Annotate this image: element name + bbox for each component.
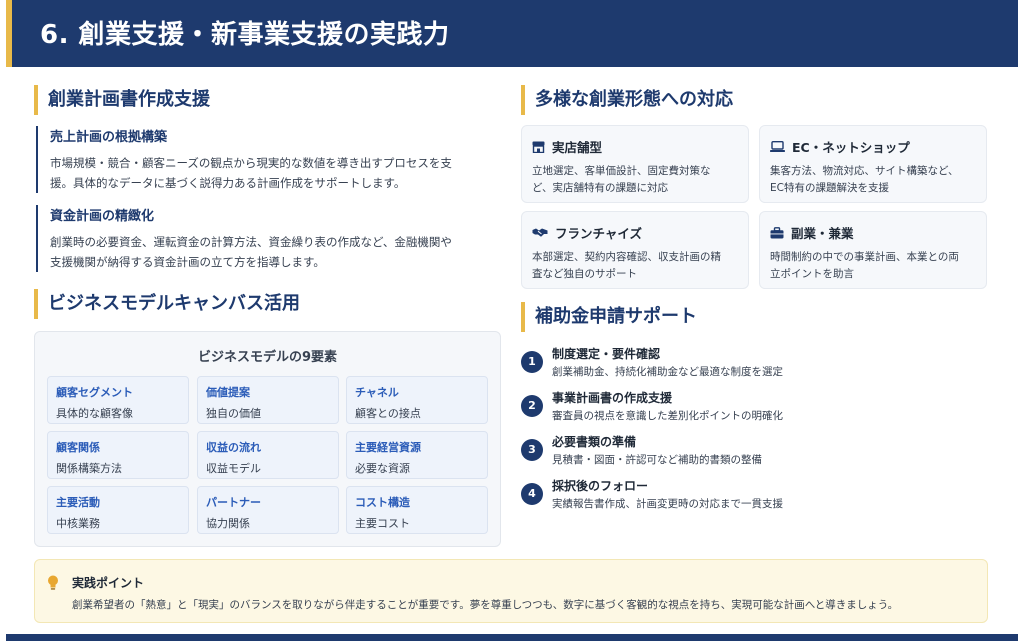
bmc-cell-title: コスト構造 [355,496,410,509]
slide: 6. 創業支援・新事業支援の実践力 創業計画書作成支援 売上計画の根拠構築 市場… [6,0,1018,641]
bmc-cell-desc: 関係構築方法 [56,462,122,475]
store-icon [532,141,545,153]
bmc-cell-desc: 必要な資源 [355,462,410,475]
bmc-cell: チャネル 顧客との接点 [346,376,488,424]
slide-header: 6. 創業支援・新事業支援の実践力 [6,0,1018,67]
bmc-cell-desc: 収益モデル [206,462,261,475]
bmc-cell: 顧客関係 関係構築方法 [47,431,189,479]
form-card-desc-line: 査など独自のサポート [532,268,637,280]
step-desc: 創業補助金、持続化補助金など最適な制度を選定 [552,366,783,378]
form-card-title: 副業・兼業 [791,226,854,241]
form-card-desc-line: 時間制約の中での事業計画、本業との両 [770,251,959,263]
form-card-ec: EC・ネットショップ 集客方法、物流対応、サイト構築など、 EC特有の課題解決を… [759,125,987,203]
laptop-icon [770,141,785,152]
bmc-cell: 主要経営資源 必要な資源 [346,431,488,479]
form-card-desc-line: 立ポイントを助言 [770,268,854,280]
form-card-title: フランチャイズ [555,226,643,241]
subsidy-step: 3 必要書類の準備 見積書・図面・許認可など補助的書類の整備 [521,433,991,469]
sub-block-sales: 売上計画の根拠構築 市場規模・競合・顧客ニーズの観点から現実的な数値を導き出すプ… [36,126,506,193]
sub-block-title: 売上計画の根拠構築 [50,130,168,145]
briefcase-icon [770,226,784,238]
step-desc: 実績報告書作成、計画変更時の対応まで一貫支援 [552,498,783,510]
sub-block-text-line: 創業時の必要資金、運転資金の計算方法、資金繰り表の作成など、金融機関や [50,235,452,249]
sub-block-text-line: 支援機関が納得する資金計画の立て方を指導します。 [50,255,325,269]
step-number-badge: 3 [521,439,543,461]
bmc-cell-title: パートナー [206,496,261,509]
sub-block-text-line: 市場規模・競合・顧客ニーズの観点から現実的な数値を導き出すプロセスを支 [50,156,452,170]
step-number-badge: 2 [521,395,543,417]
bmc-cell: パートナー 協力関係 [197,486,339,534]
section-title-plan: 創業計画書作成支援 [34,85,210,115]
bmc-cell: 価値提案 独自の価値 [197,376,339,424]
step-title: 必要書類の準備 [552,435,637,449]
form-card-desc-line: 集客方法、物流対応、サイト構築など、 [770,165,959,177]
sub-block-funding: 資金計画の精緻化 創業時の必要資金、運転資金の計算方法、資金繰り表の作成など、金… [36,205,506,272]
step-number-badge: 1 [521,351,543,373]
bmc-cell-desc: 独自の価値 [206,407,261,420]
page-title: 6. 創業支援・新事業支援の実践力 [40,20,450,50]
form-card-title: 実店舗型 [552,140,603,155]
form-card-title: EC・ネットショップ [792,140,910,155]
bmc-cell-title: チャネル [355,386,399,399]
form-card-franchise: フランチャイズ 本部選定、契約内容確認、収支計画の精 査など独自のサポート [521,211,749,289]
step-desc: 審査員の視点を意識した差別化ポイントの明確化 [552,410,783,422]
form-card-desc-line: EC特有の課題解決を支援 [770,182,889,194]
bmc-cell: 主要活動 中核業務 [47,486,189,534]
step-title: 採択後のフォロー [552,479,649,493]
handshake-icon [532,228,548,237]
form-card-desc-line: 本部選定、契約内容確認、収支計画の精 [532,251,721,263]
subsidy-step: 1 制度選定・要件確認 創業補助金、持続化補助金など最適な制度を選定 [521,345,991,381]
bmc-cell-desc: 主要コスト [355,517,410,530]
footer-bar [6,634,1018,641]
bmc-cell-desc: 中核業務 [56,517,100,530]
section-title-forms: 多様な創業形態への対応 [521,85,733,115]
tip-title: 実践ポイント [72,576,145,590]
bmc-cell-title: 主要活動 [56,496,100,509]
bmc-panel: ビジネスモデルの9要素 顧客セグメント 具体的な顧客像 価値提案 独自の価値 チ… [34,331,501,547]
bmc-cell: 顧客セグメント 具体的な顧客像 [47,376,189,424]
form-card-desc-line: 立地選定、客単価設計、固定費対策な [532,165,711,177]
bmc-panel-title: ビジネスモデルの9要素 [197,350,338,365]
section-title-bmc: ビジネスモデルキャンバス活用 [34,289,300,319]
subsidy-step: 4 採択後のフォロー 実績報告書作成、計画変更時の対応まで一貫支援 [521,477,991,513]
bmc-cell-title: 価値提案 [206,386,250,399]
step-title: 事業計画書の作成支援 [552,391,673,405]
bmc-cell-desc: 顧客との接点 [355,407,421,420]
bmc-cell-title: 主要経営資源 [355,441,421,454]
sub-block-title: 資金計画の精緻化 [50,209,155,224]
form-card-store: 実店舗型 立地選定、客単価設計、固定費対策な ど、実店舗特有の課題に対応 [521,125,749,203]
lightbulb-icon [48,575,58,590]
bmc-cell: 収益の流れ 収益モデル [197,431,339,479]
sub-block-text-line: 援。具体的なデータに基づく説得力ある計画作成をサポートします。 [50,176,406,190]
step-number-badge: 4 [521,483,543,505]
subsidy-step: 2 事業計画書の作成支援 審査員の視点を意識した差別化ポイントの明確化 [521,389,991,425]
form-card-side-business: 副業・兼業 時間制約の中での事業計画、本業との両 立ポイントを助言 [759,211,987,289]
bmc-cell-title: 顧客セグメント [56,386,133,399]
section-title-subsidy: 補助金申請サポート [521,302,697,332]
step-desc: 見積書・図面・許認可など補助的書類の整備 [552,454,762,466]
bmc-cell-desc: 具体的な顧客像 [56,407,133,420]
bmc-cell-title: 顧客関係 [56,441,100,454]
bmc-cell-desc: 協力関係 [206,517,250,530]
bmc-cell-title: 収益の流れ [206,441,261,454]
bmc-cell: コスト構造 主要コスト [346,486,488,534]
step-title: 制度選定・要件確認 [552,347,661,361]
form-card-desc-line: ど、実店舗特有の課題に対応 [532,182,668,194]
practice-tip-box: 実践ポイント 創業希望者の「熱意」と「現実」のバランスを取りながら伴走することが… [34,559,988,623]
tip-text: 創業希望者の「熱意」と「現実」のバランスを取りながら伴走することが重要です。夢を… [72,599,899,611]
